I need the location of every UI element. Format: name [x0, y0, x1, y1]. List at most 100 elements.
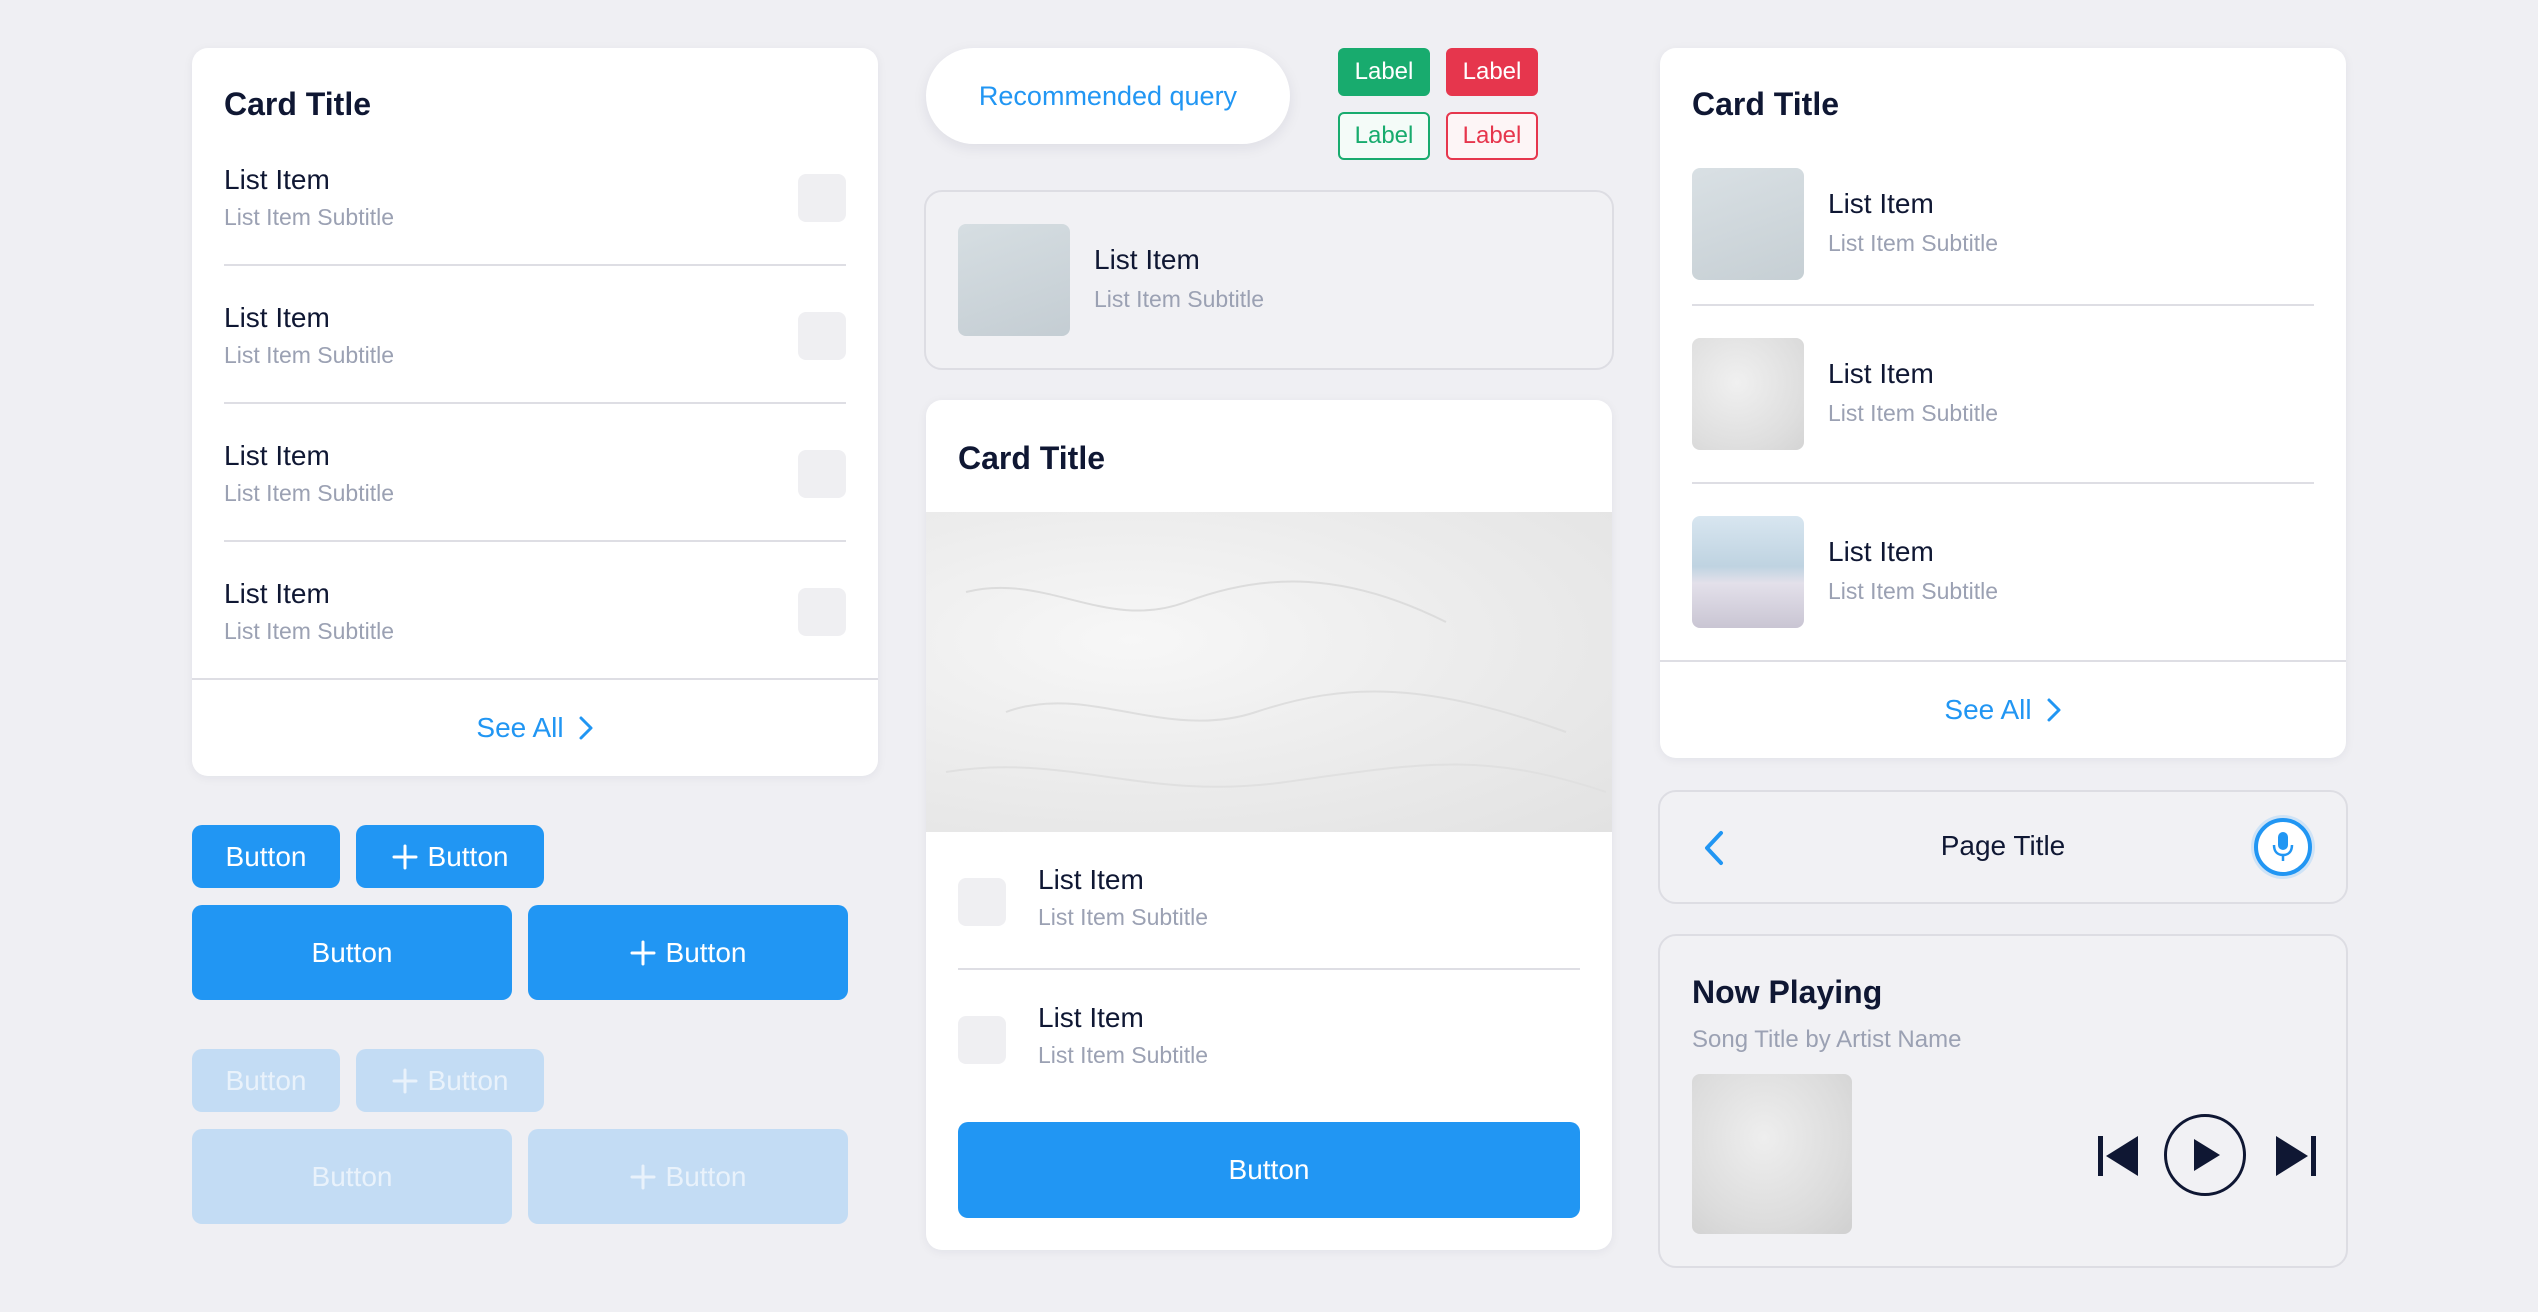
list-item-subtitle: List Item Subtitle: [1828, 230, 1999, 256]
see-all-label: See All: [1944, 694, 2032, 725]
list-item-subtitle: List Item Subtitle: [1038, 1042, 1209, 1068]
badge-label: Label: [1462, 122, 1522, 149]
list-item-subtitle: List Item Subtitle: [224, 480, 395, 506]
plus-icon: [392, 1068, 418, 1093]
list-item-subtitle: List Item Subtitle: [1094, 286, 1265, 312]
large-button-disabled[interactable]: Button: [192, 1129, 512, 1224]
skip-previous-icon: [2098, 1136, 2138, 1176]
list-item-title: List Item: [1828, 188, 1934, 219]
button-label: Button: [311, 1160, 393, 1192]
list-item-title: List Item: [224, 578, 330, 609]
skip-next-icon: [2276, 1136, 2316, 1176]
page-title: Page Title: [1940, 830, 2066, 861]
list-item[interactable]: List Item List Item Subtitle: [192, 292, 878, 402]
button-label: Button: [225, 1064, 307, 1096]
card-title: Card Title: [958, 440, 1105, 476]
skip-previous-button[interactable]: [2094, 1132, 2142, 1180]
list-item-subtitle: List Item Subtitle: [224, 618, 395, 644]
badge-label: Label: [1354, 58, 1414, 85]
plus-icon: [392, 844, 418, 869]
song-subtitle: Song Title by Artist Name: [1692, 1026, 1962, 1053]
list-item-title: List Item: [1038, 864, 1144, 895]
list-item-subtitle: List Item Subtitle: [224, 342, 395, 368]
checkbox[interactable]: [958, 1016, 1006, 1064]
navigation-bar: Page Title: [1658, 790, 2348, 904]
recommended-query-chip[interactable]: Recommended query: [926, 48, 1290, 144]
badge-success-outline: Label: [1338, 112, 1430, 160]
list-item[interactable]: List Item List Item Subtitle: [926, 858, 1612, 968]
list-item-subtitle: List Item Subtitle: [224, 204, 395, 230]
list-item-subtitle: List Item Subtitle: [1038, 904, 1209, 930]
album-art: [1692, 1074, 1852, 1234]
thumbnail-image: [958, 224, 1070, 336]
list-item-title: List Item: [1038, 1002, 1144, 1033]
badge-success: Label: [1338, 48, 1430, 96]
thumbnail-image: [1692, 338, 1804, 450]
now-playing-title: Now Playing: [1692, 974, 1883, 1010]
texture-pattern: [945, 580, 1607, 793]
card-title: Card Title: [1692, 86, 1839, 122]
card-hero-image: [926, 512, 1612, 832]
plus-icon: [630, 1164, 656, 1189]
list-item[interactable]: List Item List Item Subtitle: [1660, 516, 2346, 646]
large-add-button[interactable]: Button: [528, 905, 848, 1000]
list-item[interactable]: List Item List Item Subtitle: [926, 996, 1612, 1106]
right-list-card: Card Title List Item List Item Subtitle …: [1660, 48, 2346, 758]
center-media-card: Card Title List Item List Item Subtitle …: [926, 400, 1612, 1250]
card-title: Card Title: [224, 86, 371, 122]
small-button[interactable]: Button: [192, 825, 340, 888]
small-button-disabled[interactable]: Button: [192, 1049, 340, 1112]
thumbnail-image: [1692, 168, 1804, 280]
see-all-link[interactable]: See All: [192, 680, 878, 776]
checkbox[interactable]: [798, 312, 846, 360]
list-item-title: List Item: [1828, 536, 1934, 567]
divider: [224, 540, 846, 542]
chip-label: Recommended query: [978, 80, 1238, 111]
see-all-label: See All: [476, 712, 564, 743]
see-all-link[interactable]: See All: [1660, 662, 2346, 758]
chevron-right-icon: [579, 716, 593, 740]
checkbox[interactable]: [798, 588, 846, 636]
outlined-list-item[interactable]: List Item List Item Subtitle: [924, 190, 1614, 370]
checkbox[interactable]: [798, 450, 846, 498]
list-item[interactable]: List Item List Item Subtitle: [192, 430, 878, 540]
microphone-icon: [2272, 832, 2294, 861]
button-label: Button: [665, 936, 747, 968]
microphone-button[interactable]: [2254, 818, 2312, 876]
large-button[interactable]: Button: [192, 905, 512, 1000]
large-add-button-disabled[interactable]: Button: [528, 1129, 848, 1224]
list-item-subtitle: List Item Subtitle: [1828, 578, 1999, 604]
button-label: Button: [427, 840, 509, 872]
divider: [1692, 482, 2314, 484]
list-item[interactable]: List Item List Item Subtitle: [1660, 160, 2346, 290]
list-item[interactable]: List Item List Item Subtitle: [192, 568, 878, 678]
divider: [958, 968, 1580, 970]
play-button[interactable]: [2164, 1114, 2246, 1196]
divider: [224, 402, 846, 404]
small-add-button-disabled[interactable]: Button: [356, 1049, 544, 1112]
list-item-title: List Item: [224, 440, 330, 471]
left-list-card: Card Title List Item List Item Subtitle …: [192, 48, 878, 776]
list-item[interactable]: List Item List Item Subtitle: [192, 154, 878, 264]
card-primary-button[interactable]: Button: [958, 1122, 1580, 1218]
badge-danger-outline: Label: [1446, 112, 1538, 160]
skip-next-button[interactable]: [2272, 1132, 2320, 1180]
list-item[interactable]: List Item List Item Subtitle: [1660, 338, 2346, 468]
button-label: Button: [665, 1160, 747, 1192]
badge-label: Label: [1354, 122, 1414, 149]
list-item-title: List Item: [1828, 358, 1934, 389]
list-item-title: List Item: [1094, 244, 1200, 275]
button-label: Button: [427, 1064, 509, 1096]
checkbox[interactable]: [798, 174, 846, 222]
button-label: Button: [225, 840, 307, 872]
now-playing-card: Now Playing Song Title by Artist Name: [1658, 934, 2348, 1268]
list-item-title: List Item: [224, 164, 330, 195]
divider: [224, 264, 846, 266]
plus-icon: [630, 940, 656, 965]
button-label: Button: [311, 936, 393, 968]
checkbox[interactable]: [958, 878, 1006, 926]
small-add-button[interactable]: Button: [356, 825, 544, 888]
divider: [1692, 304, 2314, 306]
play-icon: [2194, 1139, 2220, 1171]
list-item-subtitle: List Item Subtitle: [1828, 400, 1999, 426]
